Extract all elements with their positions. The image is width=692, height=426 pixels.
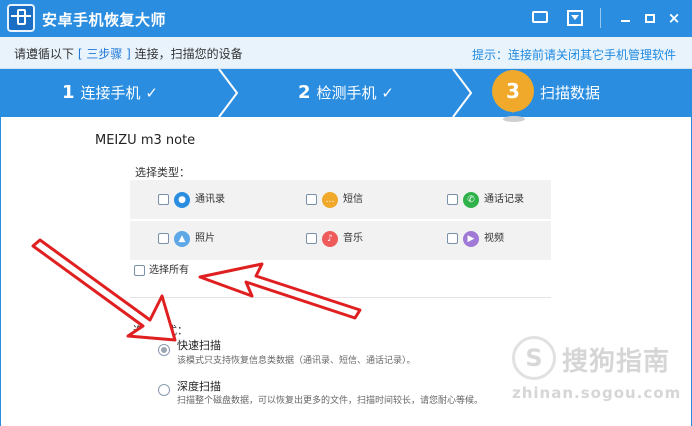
video-checkbox[interactable] bbox=[447, 233, 458, 244]
call-log-icon: ✆ bbox=[463, 192, 479, 208]
type-label: 音乐 bbox=[343, 233, 363, 244]
type-section-label: 选择类型： bbox=[135, 166, 190, 179]
close-icon[interactable]: × bbox=[664, 8, 684, 28]
call-log-checkbox[interactable] bbox=[447, 194, 458, 205]
video-icon: ▶ bbox=[463, 231, 479, 247]
check-icon: ✓ bbox=[381, 84, 394, 102]
step-label: 连接手机 bbox=[80, 84, 141, 102]
step-connect: 1 连接手机 ✓ bbox=[62, 69, 158, 117]
instruction-prefix: 请遵循以下 bbox=[14, 47, 75, 61]
sms-checkbox[interactable] bbox=[306, 194, 317, 205]
type-label: 通话记录 bbox=[484, 194, 524, 205]
step-scan: 扫描数据 bbox=[540, 69, 600, 117]
instruction-suffix: 连接，扫描您的设备 bbox=[134, 47, 243, 61]
deep-scan-desc: 扫描整个磁盘数据，可以恢复出更多的文件，扫描时间较长，请您耐心等候。 bbox=[177, 396, 484, 406]
type-label: 通讯录 bbox=[195, 194, 225, 205]
quick-scan-radio[interactable] bbox=[158, 344, 170, 356]
instruction-text: 请遵循以下 [ 三步骤 ] 连接，扫描您的设备 bbox=[14, 45, 243, 62]
contacts-checkbox[interactable] bbox=[158, 194, 169, 205]
photo-checkbox[interactable] bbox=[158, 233, 169, 244]
grid-divider bbox=[130, 219, 551, 221]
device-name: MEIZU m3 note bbox=[95, 133, 196, 148]
step-detect: 2 检测手机 ✓ bbox=[298, 69, 394, 117]
step-badge-shadow bbox=[503, 116, 525, 122]
type-label: 视频 bbox=[484, 233, 504, 244]
step-number: 2 bbox=[298, 82, 311, 103]
window-border-left bbox=[0, 117, 1, 426]
sms-icon: … bbox=[322, 192, 338, 208]
select-all-checkbox[interactable] bbox=[134, 265, 145, 276]
step-bar: 1 连接手机 ✓ 2 检测手机 ✓ 扫描数据 bbox=[0, 69, 692, 117]
step-chevron-icon bbox=[218, 69, 239, 117]
tip-text: 提示：连接前请关闭其它手机管理软件 bbox=[471, 48, 676, 62]
quick-scan-desc: 该模式只支持恢复信息类数据（通讯录、短信、通话记录）。 bbox=[177, 356, 416, 366]
watermark-logo-icon: S bbox=[512, 336, 556, 380]
deep-scan-radio[interactable] bbox=[158, 384, 170, 396]
quick-scan-title[interactable]: 快速扫描 bbox=[177, 337, 221, 353]
message-icon[interactable] bbox=[530, 8, 550, 28]
arrow-right-icon bbox=[198, 262, 362, 320]
contacts-icon: ● bbox=[174, 192, 190, 208]
step-label: 检测手机 bbox=[316, 84, 377, 102]
watermark-brand: 搜狗指南 bbox=[562, 347, 671, 377]
instruction-highlight: [ 三步骤 ] bbox=[77, 47, 131, 61]
music-checkbox[interactable] bbox=[306, 233, 317, 244]
app-title: 安卓手机恢复大师 bbox=[42, 11, 167, 29]
app-logo-icon bbox=[7, 4, 35, 32]
maximize-icon[interactable] bbox=[640, 8, 660, 28]
type-label: 照片 bbox=[195, 233, 215, 244]
step-number: 1 bbox=[62, 82, 75, 103]
info-bar: 请遵循以下 [ 三步骤 ] 连接，扫描您的设备 提示：连接前请关闭其它手机管理软… bbox=[0, 37, 692, 69]
section-divider bbox=[130, 297, 551, 298]
music-icon: ♪ bbox=[322, 231, 338, 247]
photo-icon: ▲ bbox=[174, 231, 190, 247]
type-label: 短信 bbox=[343, 194, 363, 205]
select-all-label: 选择所有 bbox=[149, 265, 189, 276]
mode-section-label: 选择模式： bbox=[133, 324, 188, 337]
deep-scan-title[interactable]: 深度扫描 bbox=[177, 378, 221, 394]
watermark-url: zhinan.sogou.com bbox=[512, 384, 682, 402]
download-icon[interactable] bbox=[565, 8, 585, 28]
check-icon: ✓ bbox=[145, 84, 158, 102]
step-chevron-icon bbox=[452, 69, 473, 117]
step-number-badge: 3 bbox=[492, 70, 534, 112]
step-label: 扫描数据 bbox=[540, 84, 601, 102]
title-bar: 安卓手机恢复大师 × bbox=[0, 0, 692, 37]
titlebar-separator bbox=[600, 8, 601, 28]
minimize-icon[interactable] bbox=[615, 8, 635, 28]
